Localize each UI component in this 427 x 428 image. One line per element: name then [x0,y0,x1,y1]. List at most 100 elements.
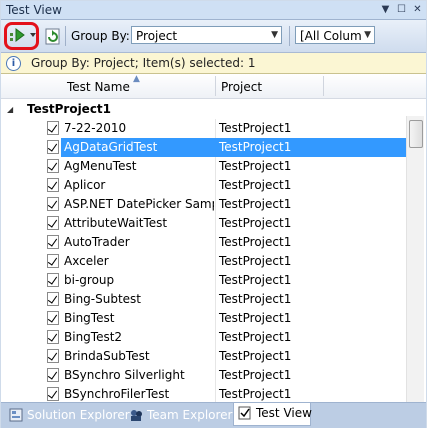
column-header-project[interactable]: Project [221,80,262,94]
test-icon [47,121,59,135]
project-cell: TestProject1 [219,273,292,287]
test-view-icon [238,406,251,420]
column-divider[interactable] [323,76,324,96]
test-icon [47,349,59,363]
table-row[interactable]: Axceler TestProject1 [1,252,406,271]
project-cell: TestProject1 [219,235,292,249]
refresh-button[interactable] [45,27,61,48]
project-cell: TestProject1 [219,121,292,135]
test-name-cell: Aplicor [64,178,106,192]
cell-divider [215,366,216,385]
test-name-cell: ASP.NET DatePicker Sample [64,197,214,211]
test-name-cell: BSynchro Silverlight [64,368,185,382]
project-cell: TestProject1 [219,140,292,154]
table-row[interactable]: 7-22-2010 TestProject1 [1,119,406,138]
column-divider[interactable] [215,76,216,96]
table-row[interactable]: AgDataGridTest TestProject1 [1,138,406,157]
test-icon [47,387,59,401]
table-row[interactable]: Aplicor TestProject1 [1,176,406,195]
test-name-cell: BSynchroFilerTest [64,387,170,401]
scrollbar-thumb[interactable] [409,120,423,148]
cell-divider [215,328,216,347]
group-by-value: Project [136,29,178,43]
project-cell: TestProject1 [219,197,292,211]
cell-divider [215,290,216,309]
cell-divider [215,385,216,402]
toolbar-separator [65,26,66,46]
info-text: Group By: Project; Item(s) selected: 1 [31,56,256,70]
cell-divider [215,157,216,176]
tab-solution-explorer[interactable]: Solution Explorer [5,405,130,425]
test-icon [47,330,59,344]
columns-value: [All Columns] [300,29,362,43]
test-icon [47,197,59,211]
cell-divider [215,214,216,233]
group-by-select[interactable]: Project ▼ [131,26,282,44]
group-by-label: Group By: [71,29,130,43]
toolbar-separator [289,26,290,46]
test-icon [47,273,59,287]
table-row[interactable]: BSynchro Silverlight TestProject1 [1,366,406,385]
chevron-down-icon: ▼ [364,30,371,40]
test-name-cell: BrindaSubTest [64,349,150,363]
columns-select[interactable]: [All Columns] ▼ [295,26,375,44]
table-row[interactable]: BrindaSubTest TestProject1 [1,347,406,366]
test-name-cell: BingTest2 [64,330,123,344]
project-cell: TestProject1 [219,349,292,363]
team-explorer-icon [131,410,142,421]
table-row[interactable]: BingTest TestProject1 [1,309,406,328]
table-row[interactable]: BSynchroFilerTest TestProject1 [1,385,406,402]
test-view-window: Test View ▼ ☐ ✕ Group By: Project ▼ [All… [0,0,427,428]
test-name-cell: Bing-Subtest [64,292,142,306]
tab-test-view[interactable]: Test View [233,403,312,426]
group-name: TestProject1 [27,102,112,116]
vertical-scrollbar[interactable] [406,116,424,402]
test-name-cell: AttributeWaitTest [64,216,168,230]
table-row[interactable]: AttributeWaitTest TestProject1 [1,214,406,233]
test-icon [47,140,59,154]
bottom-tab-strip: Solution Explorer Team Explorer Test Vie… [1,402,426,428]
cell-divider [215,347,216,366]
cell-divider [215,309,216,328]
table-row[interactable]: Bing-Subtest TestProject1 [1,290,406,309]
test-name-cell: 7-22-2010 [64,121,127,135]
refresh-icon [45,28,60,45]
table-row[interactable]: ASP.NET DatePicker Sample TestProject1 [1,195,406,214]
test-name-cell: Axceler [64,254,109,268]
table-row[interactable]: AgMenuTest TestProject1 [1,157,406,176]
sort-ascending-icon: ▲ [133,74,140,84]
project-cell: TestProject1 [219,178,292,192]
group-row[interactable]: ◢ TestProject1 [1,101,411,119]
close-icon[interactable]: ✕ [411,3,424,16]
project-cell: TestProject1 [219,292,292,306]
window-title: Test View [6,3,62,17]
test-icon [47,254,59,268]
table-row[interactable]: bi-group TestProject1 [1,271,406,290]
test-icon [47,159,59,173]
project-cell: TestProject1 [219,368,292,382]
test-grid: Test Name ▲ Project ◢ TestProject1 7-22-… [1,74,426,402]
project-cell: TestProject1 [219,216,292,230]
column-header-test-name[interactable]: Test Name [67,80,130,94]
toolbar: Group By: Project ▼ [All Columns] ▼ [1,20,426,53]
test-name-cell: BingTest [64,311,115,325]
test-name-cell: bi-group [64,273,115,287]
tab-team-explorer[interactable]: Team Explorer [125,405,233,425]
chevron-down-icon: ▼ [271,30,278,40]
cell-divider [215,195,216,214]
collapse-icon[interactable]: ◢ [7,105,13,114]
maximize-icon[interactable]: ☐ [395,3,408,16]
test-icon [47,311,59,325]
cell-divider [215,176,216,195]
table-row[interactable]: AutoTrader TestProject1 [1,233,406,252]
project-cell: TestProject1 [219,159,292,173]
cell-divider [215,271,216,290]
table-row[interactable]: BingTest2 TestProject1 [1,328,406,347]
info-bar: i Group By: Project; Item(s) selected: 1 [1,53,426,74]
dropdown-arrow-icon[interactable]: ▼ [379,3,392,16]
test-name-cell: AutoTrader [64,235,130,249]
title-bar: Test View ▼ ☐ ✕ [1,1,426,20]
test-icon [47,368,59,382]
project-cell: TestProject1 [219,254,292,268]
tab-label: Test View [256,406,312,420]
